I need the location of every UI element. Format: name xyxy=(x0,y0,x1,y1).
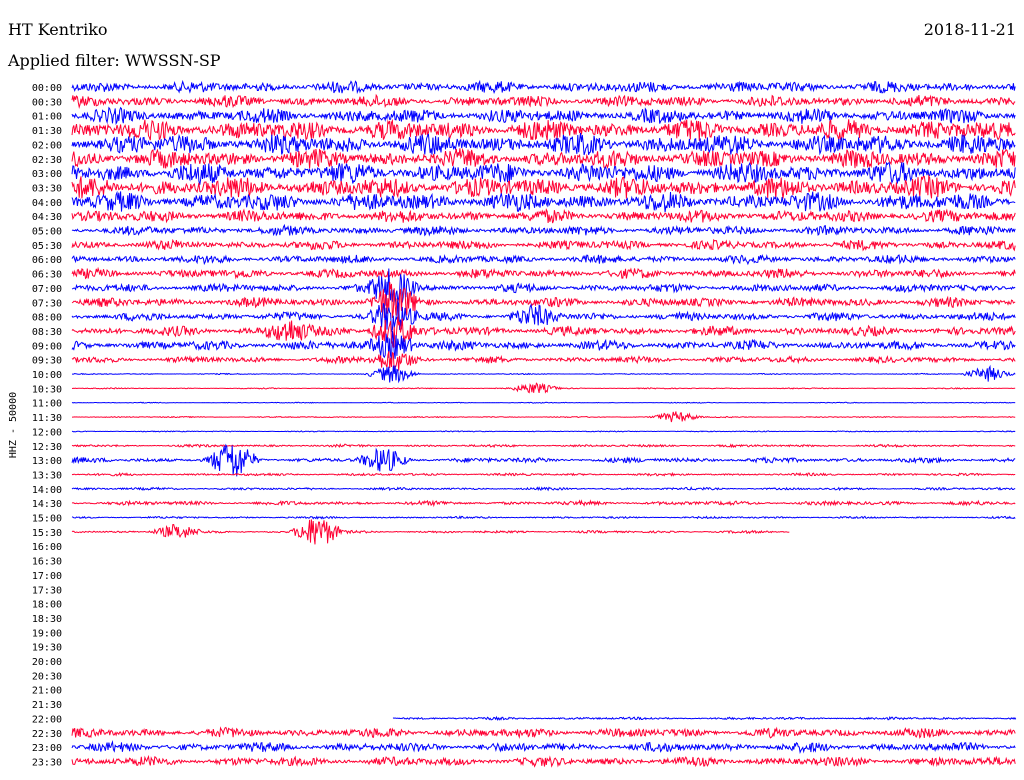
row-time-label: 15:00 xyxy=(32,514,62,525)
row-time-label: 13:30 xyxy=(32,470,62,481)
row-time-label: 20:30 xyxy=(32,671,62,682)
trace-line xyxy=(71,443,1016,449)
trace-line xyxy=(72,411,1016,423)
trace-line xyxy=(71,282,1016,322)
y-axis-label: HHZ - 50000 xyxy=(8,392,19,458)
trace-line xyxy=(72,364,1016,384)
trace-line xyxy=(392,715,1017,721)
row-time-label: 12:30 xyxy=(32,442,62,453)
row-time-label: 04:00 xyxy=(32,198,62,209)
row-time-label: 08:30 xyxy=(32,327,62,338)
helicorder-plot: HHZ - 50000 00:00 00:30 01:00 01:30 02:00 02:… xyxy=(8,79,1017,768)
row-time-label: 13:00 xyxy=(32,456,62,467)
row-time-label: 03:00 xyxy=(32,169,62,180)
trace-line xyxy=(71,401,1016,404)
trace-rows: 00:00 00:30 01:00 01:30 02:00 02:30 03:00 03:30… xyxy=(32,79,1017,768)
row-time-label: 00:00 xyxy=(32,83,62,94)
row-time-label: 23:00 xyxy=(32,743,62,754)
trace-line xyxy=(71,266,1016,280)
row-time-label: 09:00 xyxy=(32,341,62,352)
row-time-label: 21:00 xyxy=(32,686,62,697)
trace-line xyxy=(71,79,1016,95)
row-time-label: 19:00 xyxy=(32,628,62,639)
row-time-label: 22:00 xyxy=(32,714,62,725)
trace-line xyxy=(71,223,1016,237)
trace-line xyxy=(71,430,1016,433)
row-time-label: 17:00 xyxy=(32,571,62,582)
row-time-label: 05:00 xyxy=(32,227,62,238)
trace-line xyxy=(71,238,1016,252)
trace-line xyxy=(71,486,1016,492)
trace-line xyxy=(71,515,1016,520)
row-time-label: 10:00 xyxy=(32,370,62,381)
row-time-label: 14:00 xyxy=(32,485,62,496)
row-time-label: 22:30 xyxy=(32,729,62,740)
row-time-label: 04:30 xyxy=(32,212,62,223)
row-time-label: 02:00 xyxy=(32,140,62,151)
row-time-label: 09:30 xyxy=(32,356,62,367)
trace-line xyxy=(71,754,1016,768)
trace-line xyxy=(71,499,1016,508)
row-time-label: 16:30 xyxy=(32,557,62,568)
row-time-label: 00:30 xyxy=(32,97,62,108)
row-time-label: 11:00 xyxy=(32,399,62,410)
row-time-label: 15:30 xyxy=(32,528,62,539)
row-time-label: 18:00 xyxy=(32,600,62,611)
row-time-label: 10:30 xyxy=(32,384,62,395)
row-time-label: 01:00 xyxy=(32,112,62,123)
row-time-label: 20:00 xyxy=(32,657,62,668)
row-time-label: 11:30 xyxy=(32,413,62,424)
row-time-label: 23:30 xyxy=(32,757,62,768)
row-time-label: 02:30 xyxy=(32,155,62,166)
row-time-label: 18:30 xyxy=(32,614,62,625)
trace-line xyxy=(71,726,1016,739)
row-time-label: 05:30 xyxy=(32,241,62,252)
trace-line xyxy=(71,382,1016,394)
row-time-label: 03:30 xyxy=(32,183,62,194)
trace-line xyxy=(71,190,1016,213)
row-time-label: 17:30 xyxy=(32,585,62,596)
trace-line xyxy=(71,471,1016,478)
trace-line xyxy=(71,133,1016,156)
trace-line xyxy=(71,351,1016,371)
row-time-label: 07:00 xyxy=(32,284,62,295)
trace-line xyxy=(71,443,1016,477)
trace-line xyxy=(71,93,1016,109)
row-time-label: 19:30 xyxy=(32,643,62,654)
trace-line xyxy=(71,740,1016,755)
trace-line xyxy=(71,519,790,545)
row-time-label: 08:00 xyxy=(32,313,62,324)
trace-line xyxy=(71,106,1016,126)
row-time-label: 21:30 xyxy=(32,700,62,711)
trace-line xyxy=(71,254,1016,266)
row-time-label: 12:00 xyxy=(32,427,62,438)
row-time-label: 16:00 xyxy=(32,542,62,553)
trace-line xyxy=(71,208,1016,224)
row-time-label: 06:00 xyxy=(32,255,62,266)
trace-line xyxy=(71,147,1016,169)
trace-line xyxy=(71,161,1016,185)
row-time-label: 01:30 xyxy=(32,126,62,137)
row-time-label: 14:30 xyxy=(32,499,62,510)
row-time-label: 07:30 xyxy=(32,298,62,309)
row-time-label: 06:30 xyxy=(32,270,62,281)
